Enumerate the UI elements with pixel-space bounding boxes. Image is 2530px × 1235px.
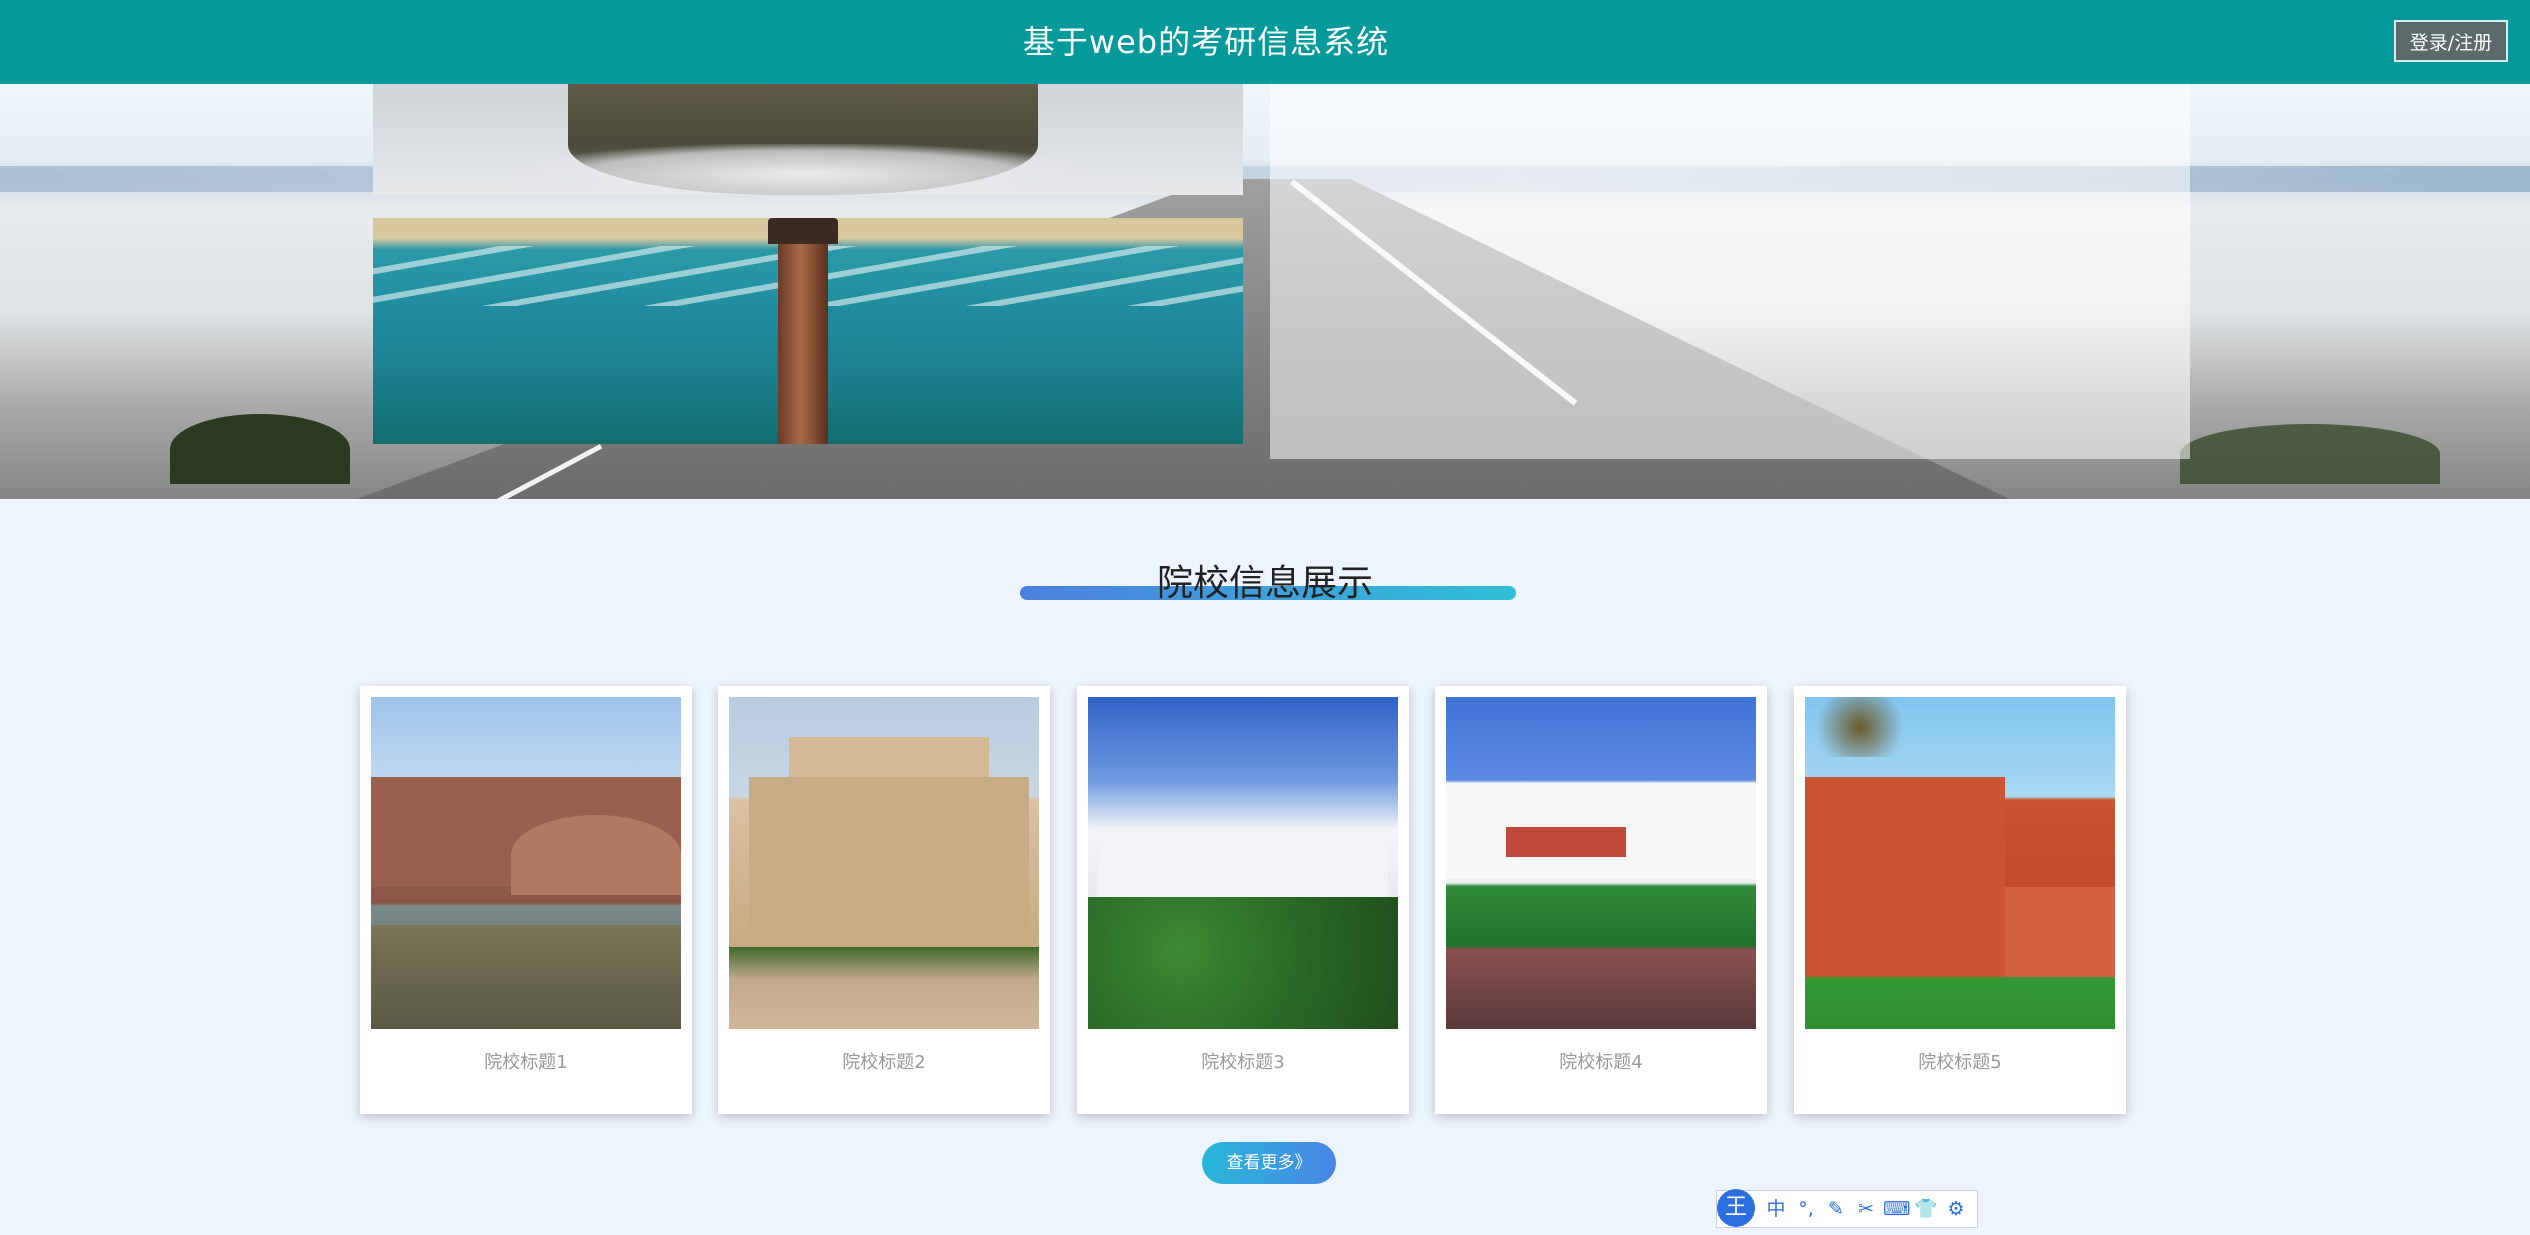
carousel-image-castle[interactable] — [373, 84, 1243, 195]
hero-banner — [0, 84, 2530, 499]
school-card-title: 院校标题2 — [842, 1052, 926, 1073]
school-photo-3[interactable] — [1088, 697, 1398, 1029]
lighthouse-top — [768, 218, 838, 244]
school-card-5[interactable]: 院校标题5 — [1794, 686, 2126, 1114]
ime-handwriting-icon[interactable]: ✎ — [1823, 1195, 1849, 1223]
login-register-button[interactable]: 登录/注册 — [2394, 20, 2508, 62]
ime-punctuation-icon[interactable]: °, — [1793, 1195, 1819, 1223]
lighthouse — [778, 218, 828, 444]
school-photo-5[interactable] — [1805, 697, 2115, 1029]
view-more-button[interactable]: 查看更多》 — [1202, 1142, 1336, 1184]
school-photo-4[interactable] — [1446, 697, 1756, 1029]
ime-logo-icon[interactable]: 王 — [1717, 1189, 1755, 1227]
school-card-title: 院校标题5 — [1918, 1052, 2002, 1073]
banner-shrub — [170, 414, 350, 484]
ime-settings-icon[interactable]: ⚙ — [1943, 1195, 1969, 1223]
top-navbar: 基于web的考研信息系统 登录/注册 — [0, 0, 2530, 84]
carousel-slide-overlay[interactable] — [1270, 84, 2190, 459]
school-card-3[interactable]: 院校标题3 — [1077, 686, 1409, 1114]
ime-skin-icon[interactable]: 👕 — [1913, 1195, 1939, 1223]
site-title: 基于web的考研信息系统 — [1022, 23, 1390, 61]
ime-chinese-mode-icon[interactable]: 中 — [1763, 1195, 1789, 1223]
school-card-title: 院校标题1 — [484, 1052, 568, 1073]
school-photo-2[interactable] — [729, 697, 1039, 1029]
carousel-image-lighthouse[interactable] — [373, 218, 1243, 444]
school-photo-1[interactable] — [371, 697, 681, 1029]
castle-mist — [523, 144, 1083, 195]
ime-screenshot-icon[interactable]: ✂ — [1853, 1195, 1879, 1223]
ime-keyboard-icon[interactable]: ⌨ — [1883, 1195, 1910, 1223]
school-card-4[interactable]: 院校标题4 — [1435, 686, 1767, 1114]
ime-toolbar: 王 中 °, ✎ ✂ ⌨ 👕 ⚙ — [1716, 1189, 1978, 1228]
school-card-1[interactable]: 院校标题1 — [360, 686, 692, 1114]
school-card-title: 院校标题3 — [1201, 1052, 1285, 1073]
banner-shrub — [2180, 424, 2440, 484]
section-title: 院校信息展示 — [1156, 563, 1373, 604]
school-card-title: 院校标题4 — [1559, 1052, 1643, 1073]
school-card-2[interactable]: 院校标题2 — [718, 686, 1050, 1114]
